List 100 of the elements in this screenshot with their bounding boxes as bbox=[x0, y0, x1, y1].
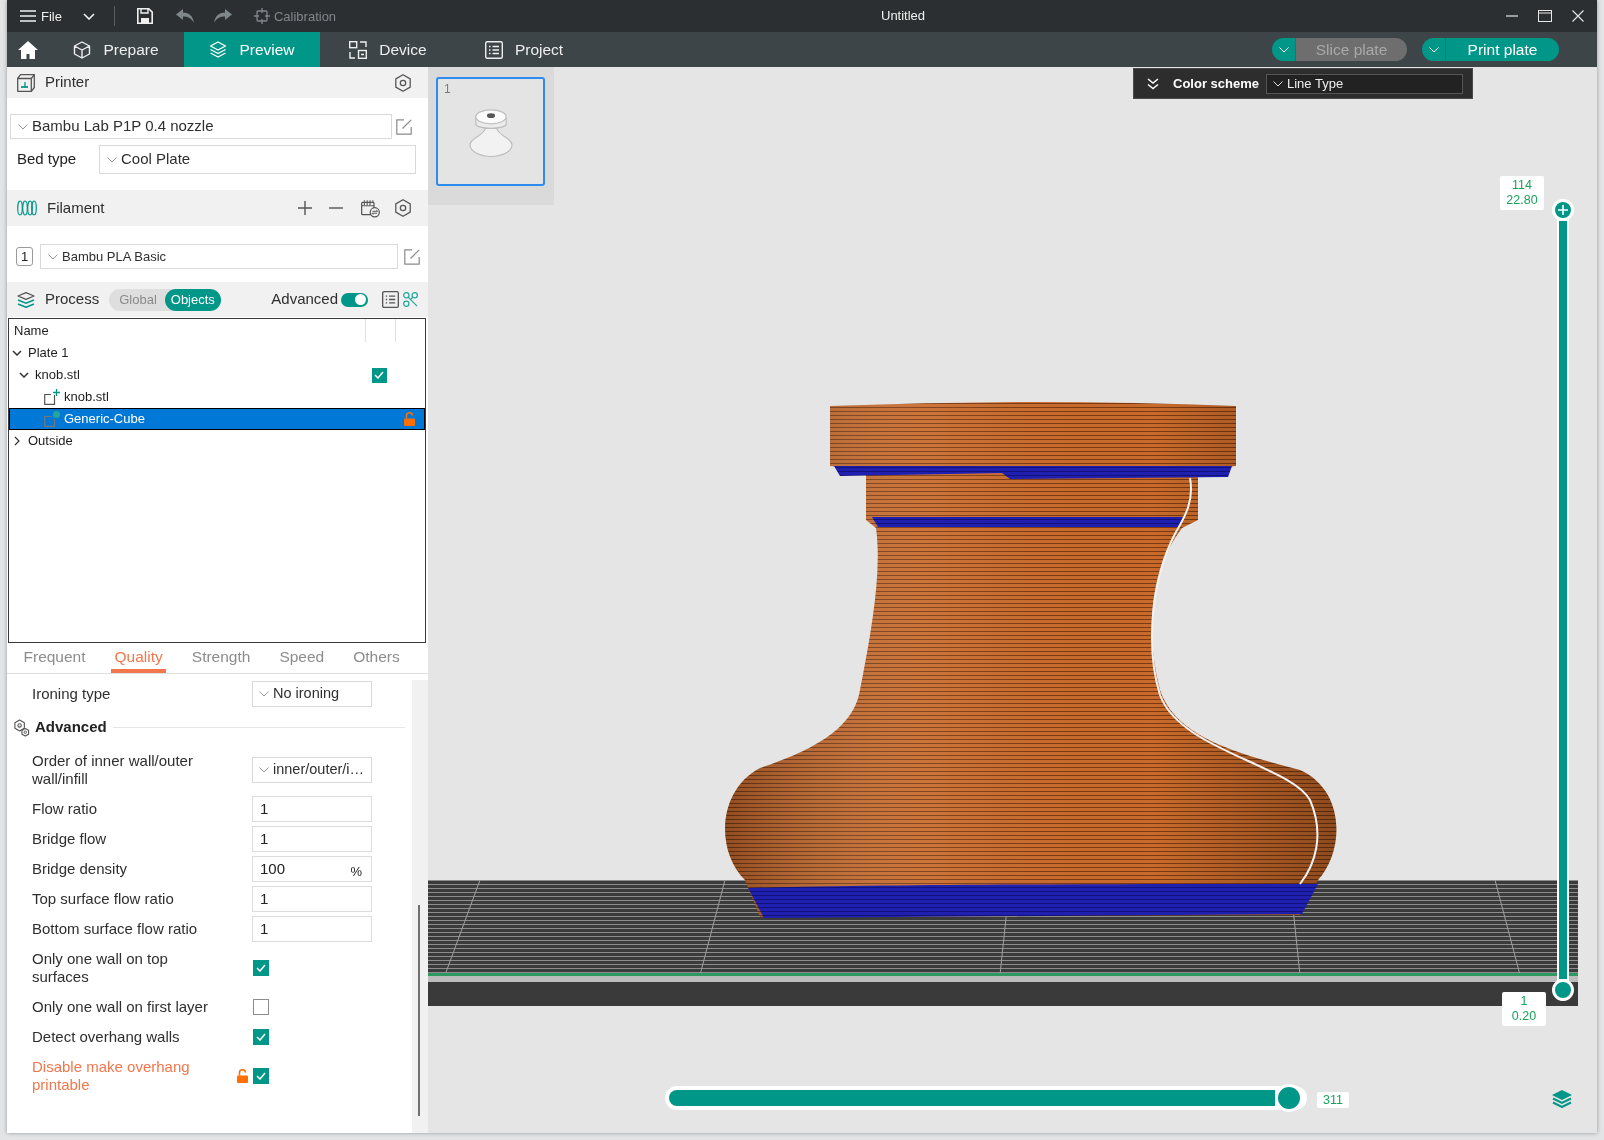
gears-icon bbox=[13, 718, 30, 737]
action-button[interactable]: Print plate bbox=[1446, 38, 1559, 61]
settings-icon[interactable] bbox=[394, 199, 412, 217]
tree-item[interactable]: knob.stl bbox=[9, 364, 425, 386]
minimize-icon[interactable] bbox=[1505, 15, 1518, 17]
printer-preset-dropdown[interactable]: Bambu Lab P1P 0.4 nozzle bbox=[10, 114, 392, 139]
window-title: Untitled bbox=[881, 7, 926, 26]
setting-input[interactable]: 1 bbox=[252, 796, 372, 822]
checkbox[interactable] bbox=[253, 1068, 269, 1084]
setting-label: Detect overhang walls bbox=[32, 1027, 181, 1047]
setting-label: Bridge density bbox=[32, 859, 129, 879]
layer-number: 114 bbox=[1512, 178, 1532, 193]
mode-tab[interactable]: Prepare bbox=[48, 32, 184, 67]
move-value-label: 311 bbox=[1317, 1092, 1349, 1108]
setting-input[interactable]: 1 bbox=[252, 826, 372, 852]
slider-handle[interactable] bbox=[1275, 1084, 1303, 1112]
check-icon bbox=[256, 964, 266, 972]
advanced-label: Advanced bbox=[271, 289, 338, 310]
filament-slot-number: 1 bbox=[16, 247, 33, 266]
tree-item[interactable]: knob.stl bbox=[9, 386, 425, 408]
filament-icon bbox=[17, 200, 37, 216]
chevron-down-icon[interactable] bbox=[12, 350, 22, 356]
section-title: Printer bbox=[45, 72, 90, 93]
setting-label: Only one wall on first layer bbox=[32, 997, 209, 1017]
device-icon bbox=[349, 40, 368, 59]
setting-label: Only one wall on top surfaces bbox=[32, 949, 169, 987]
check-icon bbox=[374, 371, 384, 379]
menu-icon bbox=[20, 10, 36, 22]
checkbox[interactable] bbox=[253, 960, 269, 976]
layer-height: 0.20 bbox=[1511, 1009, 1537, 1024]
setting-input[interactable]: 1 bbox=[252, 886, 372, 912]
part-icon bbox=[44, 389, 60, 405]
mode-tab[interactable]: Device bbox=[320, 32, 456, 67]
setting-dropdown[interactable]: inner/outer/i… bbox=[252, 757, 372, 783]
advanced-toggle[interactable] bbox=[341, 292, 368, 307]
caret-icon[interactable] bbox=[82, 12, 95, 20]
tree-item[interactable]: Outside bbox=[9, 430, 425, 452]
setting-label: Bridge flow bbox=[32, 829, 108, 849]
chevron-down-icon[interactable] bbox=[19, 372, 29, 378]
layers-icon[interactable] bbox=[1552, 1090, 1572, 1108]
crosshair-icon bbox=[253, 8, 270, 24]
color-scheme-dropdown[interactable]: Line Type bbox=[1266, 73, 1463, 94]
layers-icon bbox=[17, 291, 35, 308]
setting-label: Disable make overhang printable bbox=[32, 1057, 191, 1095]
checkbox[interactable] bbox=[253, 1029, 269, 1045]
mode-tab[interactable]: Preview bbox=[184, 32, 320, 67]
setting-dropdown[interactable]: No ironing bbox=[252, 681, 372, 707]
column-header: Name bbox=[14, 321, 49, 340]
checkbox[interactable] bbox=[253, 999, 269, 1015]
mode-tab[interactable]: Project bbox=[456, 32, 592, 67]
caret-icon bbox=[107, 156, 117, 163]
tree-item[interactable]: Generic-Cube bbox=[9, 408, 425, 430]
dropdown-button[interactable] bbox=[1272, 38, 1296, 61]
save-icon[interactable] bbox=[136, 8, 153, 24]
setting-label: Order of inner wall/outer wall/infill bbox=[32, 751, 194, 789]
field-label: Bed type bbox=[16, 149, 78, 170]
dropdown-button[interactable] bbox=[1422, 38, 1446, 61]
close-icon[interactable] bbox=[1571, 10, 1584, 22]
double-chevron-icon[interactable] bbox=[1147, 77, 1159, 90]
printer-icon bbox=[17, 73, 35, 92]
list-icon bbox=[484, 40, 503, 59]
section-title: Process bbox=[45, 289, 100, 310]
scrollbar[interactable] bbox=[418, 905, 420, 1116]
home-icon[interactable] bbox=[17, 40, 38, 59]
setting-label: Bottom surface flow ratio bbox=[32, 919, 199, 939]
tree-item[interactable]: Plate 1 bbox=[9, 342, 425, 364]
plate-number: 1 bbox=[444, 83, 451, 95]
setting-label: Ironing type bbox=[32, 684, 112, 704]
padlock-icon[interactable] bbox=[237, 1069, 248, 1083]
list-icon[interactable] bbox=[382, 291, 399, 308]
bed-type-dropdown[interactable]: Cool Plate bbox=[99, 145, 416, 174]
move-slider-track[interactable] bbox=[665, 1086, 1307, 1110]
edit-icon[interactable] bbox=[396, 118, 412, 135]
layer-number: 1 bbox=[1520, 994, 1528, 1009]
caret-icon bbox=[1278, 46, 1289, 53]
caret-icon bbox=[1273, 80, 1283, 87]
plus-icon[interactable] bbox=[298, 201, 312, 215]
caret-icon bbox=[18, 123, 28, 130]
setting-label: Top surface flow ratio bbox=[32, 889, 175, 909]
edit-icon[interactable] bbox=[404, 248, 420, 265]
chevron-right-icon[interactable] bbox=[14, 436, 20, 446]
caret-icon bbox=[1428, 46, 1439, 53]
filament-preset-dropdown[interactable]: Bambu PLA Basic bbox=[40, 244, 398, 269]
check-icon bbox=[256, 1033, 266, 1041]
settings-icon[interactable] bbox=[394, 73, 412, 92]
file-menu-button[interactable]: File bbox=[20, 9, 62, 23]
setting-input[interactable]: 100 % bbox=[252, 856, 372, 882]
checkbox[interactable] bbox=[371, 367, 387, 383]
color-scheme-label: Color scheme bbox=[1173, 74, 1259, 93]
setting-input[interactable]: 1 bbox=[252, 916, 372, 942]
maximize-icon[interactable] bbox=[1537, 10, 1552, 22]
check-icon bbox=[256, 1072, 266, 1080]
setting-label: Flow ratio bbox=[32, 799, 99, 819]
section-title: Filament bbox=[47, 197, 105, 218]
slider-handle[interactable] bbox=[1552, 199, 1574, 221]
scope-option[interactable]: Objects bbox=[164, 288, 221, 311]
scissors-icon[interactable] bbox=[403, 292, 418, 307]
sync-icon[interactable] bbox=[361, 198, 380, 218]
group-title: Advanced bbox=[35, 717, 107, 738]
plus-icon bbox=[1558, 205, 1568, 215]
